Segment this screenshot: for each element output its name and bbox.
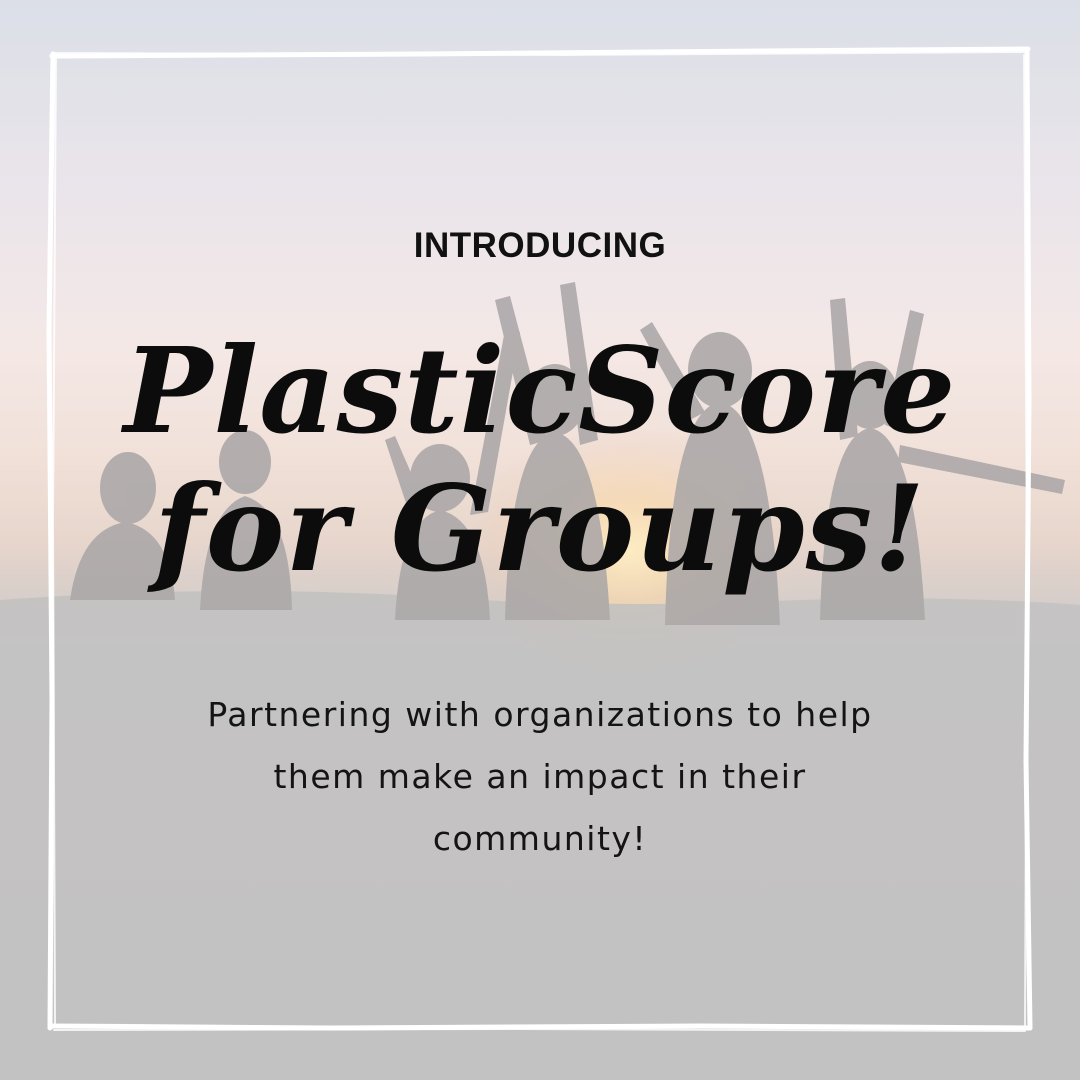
description: Partnering with organizations to help th… bbox=[150, 684, 930, 870]
headline-line-1: PlasticScore bbox=[123, 321, 957, 460]
headline: PlasticScore for Groups! bbox=[0, 322, 1080, 598]
social-post: INTRODUCING PlasticScore for Groups! Par… bbox=[0, 0, 1080, 1080]
description-line-3: community! bbox=[432, 819, 648, 858]
description-line-1: Partnering with organizations to help bbox=[207, 695, 873, 734]
headline-line-2: for Groups! bbox=[154, 459, 926, 598]
introducing-label: INTRODUCING bbox=[413, 226, 667, 265]
description-line-2: them make an impact in their bbox=[273, 757, 807, 796]
